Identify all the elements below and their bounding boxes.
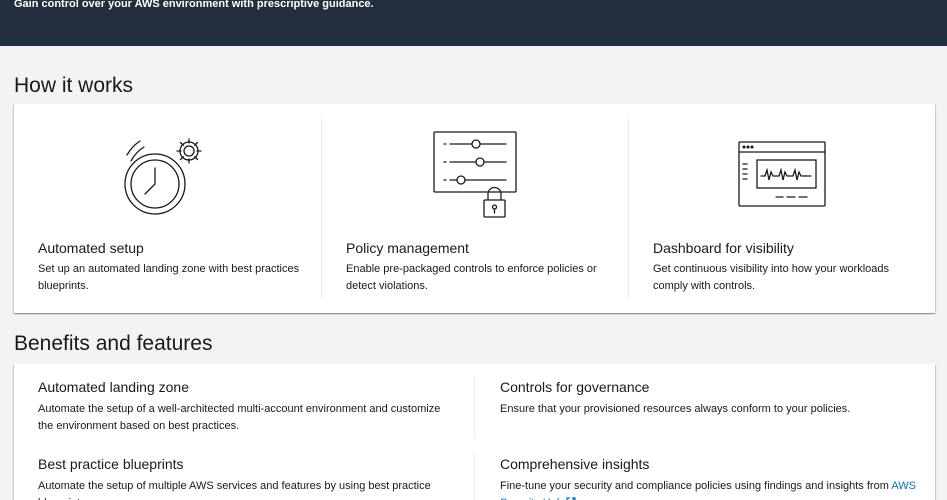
dashboard-window-icon: [738, 141, 826, 207]
step-automated-setup: Automated setup Set up an automated land…: [14, 104, 314, 313]
feature-description: Automate the setup of multiple AWS servi…: [38, 480, 431, 500]
feature-controls-governance: Controls for governance Ensure that your…: [500, 378, 920, 418]
feature-divider: [474, 376, 475, 438]
feature-title: Best practice blueprints: [38, 456, 184, 472]
policy-sliders-lock-icon: [433, 131, 517, 218]
feature-description: Automate the setup of a well-architected…: [38, 403, 441, 432]
feature-divider: [474, 452, 475, 500]
how-it-works-card: Automated setup Set up an automated land…: [14, 104, 935, 313]
feature-comprehensive-insights: Comprehensive insights Fine-tune your se…: [500, 455, 920, 500]
feature-title: Controls for governance: [500, 379, 650, 395]
step-title: Policy management: [346, 240, 469, 256]
hero-tagline: Gain control over your AWS environment w…: [14, 0, 374, 10]
step-description: Set up an automated landing zone with be…: [38, 263, 300, 292]
feature-title: Comprehensive insights: [500, 456, 650, 472]
feature-description: Fine-tune your security and compliance p…: [500, 478, 920, 500]
benefits-heading: Benefits and features: [14, 332, 213, 355]
feature-automated-landing-zone: Automated landing zone Automate the setu…: [38, 378, 458, 435]
clock-gear-icon: [124, 138, 202, 215]
feature-description-text: Fine-tune your security and compliance p…: [500, 480, 889, 492]
feature-title: Automated landing zone: [38, 379, 189, 395]
feature-description: Ensure that your provisioned resources a…: [500, 403, 851, 415]
step-description: Get continuous visibility into how your …: [653, 263, 890, 292]
feature-best-practice-blueprints: Best practice blueprints Automate the se…: [38, 455, 458, 500]
step-title: Dashboard for visibility: [653, 240, 794, 256]
step-policy-management: Policy management Enable pre-packaged co…: [322, 104, 622, 313]
benefits-card: Automated landing zone Automate the setu…: [14, 364, 935, 500]
step-dashboard-visibility: Dashboard for visibility Get continuous …: [629, 104, 929, 313]
hero-banner: Gain control over your AWS environment w…: [0, 0, 947, 46]
how-it-works-heading: How it works: [14, 74, 134, 97]
step-description: Enable pre-packaged controls to enforce …: [346, 263, 597, 292]
step-title: Automated setup: [38, 240, 144, 256]
